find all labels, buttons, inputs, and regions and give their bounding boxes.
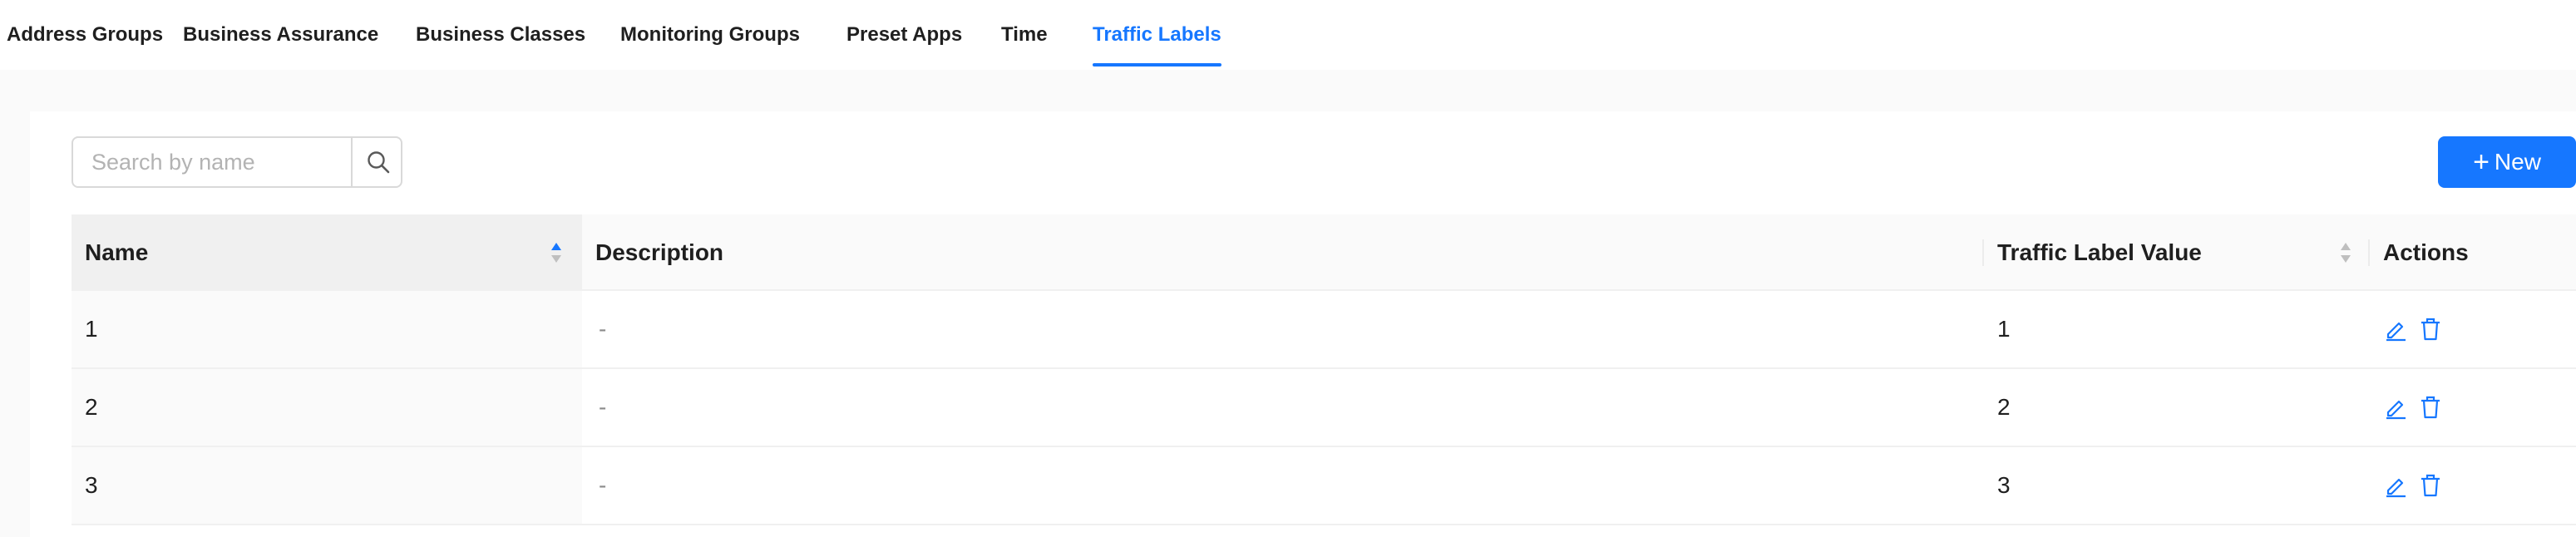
cell-name: 3 <box>72 447 582 524</box>
sort-name-icon[interactable] <box>550 239 562 266</box>
tab-traffic-labels[interactable]: Traffic Labels <box>1093 0 1221 70</box>
cell-description: - <box>599 316 607 342</box>
new-button[interactable]: + New <box>2438 136 2576 188</box>
cell-description: - <box>599 394 607 420</box>
column-header-traffic-label-value[interactable]: Traffic Label Value <box>1984 214 2368 291</box>
search-icon <box>368 151 390 174</box>
sort-value-icon[interactable] <box>2340 239 2351 266</box>
column-header-value-label: Traffic Label Value <box>1997 239 2202 265</box>
cell-description: - <box>599 472 607 498</box>
cell-name: 2 <box>72 369 582 446</box>
tab-address-groups[interactable]: Address Groups <box>7 0 163 70</box>
table-row: 3 - 3 <box>72 447 2576 525</box>
delete-icon[interactable] <box>2418 473 2443 498</box>
search-box <box>72 136 402 188</box>
column-header-actions: Actions <box>2370 214 2576 291</box>
delete-icon[interactable] <box>2418 395 2443 420</box>
tab-business-classes[interactable]: Business Classes <box>416 0 585 70</box>
cell-traffic-label-value: 1 <box>1997 316 2011 342</box>
search-button[interactable] <box>351 136 404 188</box>
edit-icon[interactable] <box>2383 317 2408 342</box>
edit-icon[interactable] <box>2383 395 2408 420</box>
cell-name: 1 <box>72 291 582 367</box>
tab-preset-apps[interactable]: Preset Apps <box>846 0 962 70</box>
column-header-description: Description <box>582 214 1982 291</box>
traffic-labels-table: Name Description Traffic Label Value Act… <box>72 214 2576 537</box>
column-header-name[interactable]: Name <box>72 214 582 291</box>
new-button-label: New <box>2494 149 2541 175</box>
table-row: 1 - 1 <box>72 291 2576 369</box>
search-input[interactable] <box>73 138 351 186</box>
table-row: 2 - 2 <box>72 369 2576 447</box>
table-header: Name Description Traffic Label Value Act… <box>72 214 2576 291</box>
tab-monitoring-groups[interactable]: Monitoring Groups <box>620 0 800 70</box>
tab-bar: Address Groups Business Assurance Busine… <box>0 0 2576 70</box>
column-header-description-label: Description <box>595 239 724 265</box>
plus-icon: + <box>2473 146 2490 178</box>
cell-traffic-label-value: 3 <box>1997 472 2011 498</box>
column-header-actions-label: Actions <box>2383 239 2469 265</box>
edit-icon[interactable] <box>2383 473 2408 498</box>
cell-traffic-label-value: 2 <box>1997 394 2011 420</box>
tab-business-assurance[interactable]: Business Assurance <box>183 0 378 70</box>
tab-time[interactable]: Time <box>1001 0 1048 70</box>
column-header-name-label: Name <box>85 239 149 265</box>
delete-icon[interactable] <box>2418 317 2443 342</box>
